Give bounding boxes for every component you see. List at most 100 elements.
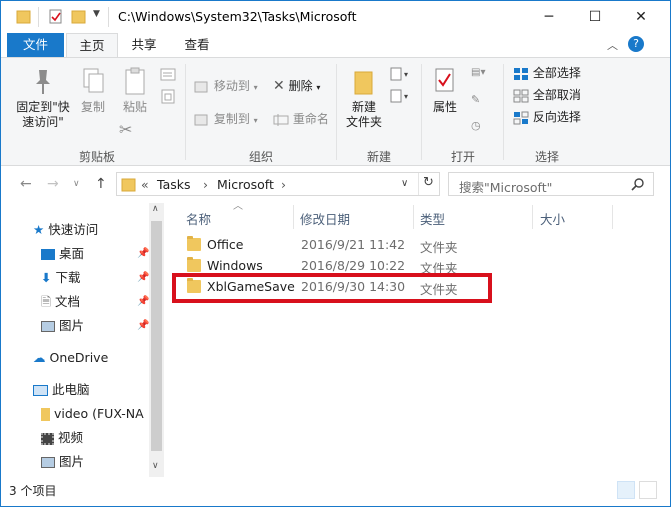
open-group-label: 打开 xyxy=(451,150,476,164)
new-folder-label-line2: 文件夹 xyxy=(345,115,382,129)
tab-view[interactable]: 查看 xyxy=(175,33,219,57)
minimize-button[interactable]: ─ xyxy=(526,1,572,32)
rename-icon xyxy=(273,113,289,126)
edit-icon[interactable]: ✎ xyxy=(471,93,480,106)
table-row[interactable]: Office 2016/9/21 11:42 文件夹 xyxy=(178,234,618,256)
copy-path-icon[interactable] xyxy=(160,68,176,82)
column-header-date[interactable]: 修改日期 xyxy=(300,209,350,228)
nav-pictures[interactable]: 图片 📌 xyxy=(41,315,149,337)
tab-file[interactable]: 文件 xyxy=(7,33,64,57)
properties-label: 属性 xyxy=(432,100,457,114)
back-arrow-icon[interactable]: ← xyxy=(20,176,32,192)
nav-pictures-label: 图片 xyxy=(58,318,84,333)
rename-label: 重命名 xyxy=(292,112,329,126)
recent-locations-icon[interactable]: ∨ xyxy=(73,179,80,189)
breadcrumb-tasks[interactable]: Tasks xyxy=(157,177,191,192)
select-all-button[interactable]: 全部选择 xyxy=(513,64,581,82)
tab-home[interactable]: 主页 xyxy=(66,33,118,58)
nav-quick-access[interactable]: ★ 快速访问 xyxy=(33,219,98,241)
chevron-down-icon: ▾ xyxy=(253,116,258,125)
new-folder-button[interactable]: 新建 文件夹 xyxy=(342,66,386,130)
group-divider xyxy=(421,64,422,160)
details-view-icon[interactable] xyxy=(617,481,635,499)
copy-label: 复制 xyxy=(80,100,105,114)
column-divider[interactable] xyxy=(293,205,294,229)
search-box[interactable]: 搜索"Microsoft" xyxy=(448,172,654,196)
chevron-up-icon[interactable]: ∧ xyxy=(152,204,159,214)
copy-to-icon xyxy=(194,114,208,125)
pin-to-quick-access-button[interactable]: 固定到"快 速访问" xyxy=(13,66,73,130)
column-divider[interactable] xyxy=(532,205,533,229)
nav-this-pc[interactable]: 此电脑 xyxy=(33,379,90,401)
breadcrumb-separator[interactable]: › xyxy=(281,177,286,192)
select-none-button[interactable]: 全部取消 xyxy=(513,86,581,104)
copy-button[interactable]: 复制 xyxy=(77,66,109,115)
rename-button[interactable]: 重命名 xyxy=(273,110,329,128)
nav-onedrive[interactable]: ☁ OneDrive xyxy=(33,347,108,369)
nav-scrollbar[interactable]: ∧ ∨ xyxy=(149,203,164,477)
address-bar[interactable]: « Tasks › Microsoft › ∨ ↻ xyxy=(116,172,440,196)
chevron-up-icon[interactable]: ︿ xyxy=(607,37,618,53)
nav-downloads[interactable]: ⬇ 下载 📌 xyxy=(41,267,149,289)
delete-button[interactable]: ✕ 删除 ▾ xyxy=(273,77,320,95)
download-arrow-icon: ⬇ xyxy=(41,270,52,285)
new-group-label: 新建 xyxy=(367,150,392,164)
nav-video-drive[interactable]: video (FUX-NA xyxy=(41,403,149,425)
nav-pictures-pc[interactable]: 图片 xyxy=(41,451,84,473)
chevron-down-icon[interactable]: ∨ xyxy=(152,461,159,471)
pin-icon[interactable]: 📌 xyxy=(137,315,149,337)
pin-label-line2: 速访问" xyxy=(22,115,64,129)
column-header-type[interactable]: 类型 xyxy=(420,209,445,228)
nav-documents[interactable]: 🗎 文档 📌 xyxy=(41,291,149,313)
open-icon[interactable]: ▤▾ xyxy=(471,67,485,78)
scissors-icon[interactable]: ✂ xyxy=(119,120,132,139)
copy-to-button[interactable]: 复制到 ▾ xyxy=(194,110,258,128)
search-icon[interactable] xyxy=(631,177,645,191)
paste-button[interactable]: 粘贴 xyxy=(117,66,153,115)
folder-icon xyxy=(187,236,201,251)
nav-videos[interactable]: 视频 xyxy=(41,427,83,449)
breadcrumb-microsoft[interactable]: Microsoft xyxy=(217,177,274,192)
nav-desktop[interactable]: 桌面 📌 xyxy=(41,243,149,265)
properties-icon[interactable] xyxy=(48,8,64,26)
history-icon[interactable]: ◷ xyxy=(471,119,481,132)
tab-share[interactable]: 共享 xyxy=(122,33,166,57)
paste-label: 粘贴 xyxy=(122,100,147,114)
search-input[interactable]: 搜索"Microsoft" xyxy=(459,177,552,196)
pin-icon[interactable]: 📌 xyxy=(137,243,149,265)
column-divider[interactable] xyxy=(612,205,613,229)
move-to-button[interactable]: 移动到 ▾ xyxy=(194,77,258,95)
delete-x-icon: ✕ xyxy=(273,78,285,94)
pin-icon xyxy=(36,70,50,94)
forward-arrow-icon[interactable]: → xyxy=(47,176,59,192)
refresh-icon[interactable]: ↻ xyxy=(423,175,434,190)
highlight-box xyxy=(172,273,492,303)
pin-icon[interactable]: 📌 xyxy=(137,291,149,313)
invert-selection-button[interactable]: 反向选择 xyxy=(513,108,581,126)
nav-desktop-label: 桌面 xyxy=(58,246,84,261)
properties-button[interactable]: 属性 xyxy=(427,66,463,115)
breadcrumb-separator[interactable]: › xyxy=(203,177,208,192)
column-divider[interactable] xyxy=(413,205,414,229)
scrollbar-thumb[interactable] xyxy=(151,221,162,451)
maximize-button[interactable]: ☐ xyxy=(572,1,618,32)
breadcrumb-overflow[interactable]: « xyxy=(141,177,149,192)
close-button[interactable]: ✕ xyxy=(618,1,664,32)
large-icons-view-icon[interactable] xyxy=(639,481,657,499)
group-divider xyxy=(503,64,504,160)
help-icon[interactable]: ? xyxy=(628,36,644,52)
chevron-down-icon: ▾ xyxy=(253,83,258,92)
column-header-name[interactable]: 名称 xyxy=(186,209,211,228)
up-arrow-icon[interactable]: ↑ xyxy=(95,176,107,192)
new-item-icon[interactable]: ▾ xyxy=(390,67,412,81)
paste-shortcut-icon[interactable] xyxy=(160,88,176,104)
address-dropdown-icon[interactable]: ∨ xyxy=(401,178,408,189)
pin-icon[interactable]: 📌 xyxy=(137,267,149,289)
easy-access-icon[interactable]: ▾ xyxy=(390,89,412,103)
invert-selection-icon xyxy=(513,111,529,124)
new-folder-icon[interactable] xyxy=(71,8,87,26)
column-header-size[interactable]: 大小 xyxy=(540,209,565,228)
window-title: C:\Windows\System32\Tasks\Microsoft xyxy=(118,9,357,24)
move-to-icon xyxy=(194,81,208,92)
customize-quick-access-icon[interactable]: ▼ xyxy=(93,9,100,27)
